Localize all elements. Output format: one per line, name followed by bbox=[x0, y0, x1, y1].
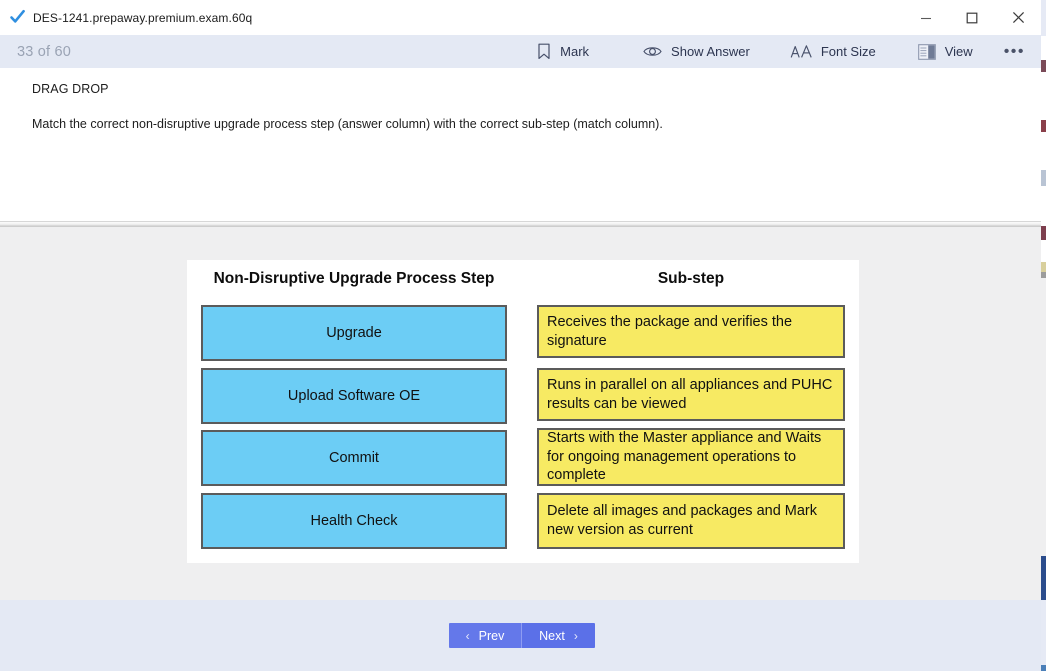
next-label: Next bbox=[539, 628, 565, 643]
answer-item-label: Upload Software OE bbox=[287, 387, 421, 404]
eye-icon bbox=[643, 45, 662, 58]
prev-label: Prev bbox=[478, 628, 505, 643]
exam-toolbar: 33 of 60 Mark Show Answer Font Size View… bbox=[0, 35, 1041, 68]
question-type-tag: DRAG DROP bbox=[32, 82, 109, 96]
match-item-label: Delete all images and packages and Mark … bbox=[547, 503, 818, 538]
title-bar: DES-1241.prepaway.premium.exam.60q bbox=[0, 0, 1041, 35]
answer-column-header: Non-Disruptive Upgrade Process Step bbox=[213, 270, 495, 287]
match-item-label: Starts with the Master appliance and Wai… bbox=[547, 430, 822, 484]
match-item-label: Receives the package and verifies the si… bbox=[547, 313, 793, 349]
answer-item-label: Upgrade bbox=[326, 324, 382, 341]
application-window: DES-1241.prepaway.premium.exam.60q 33 of… bbox=[0, 0, 1046, 671]
exhibit-area: Non-Disruptive Upgrade Process Step Sub-… bbox=[0, 227, 1041, 600]
view-button[interactable]: View bbox=[909, 35, 982, 68]
more-options-icon[interactable]: ••• bbox=[998, 35, 1041, 68]
mark-button[interactable]: Mark bbox=[528, 35, 598, 68]
match-item[interactable]: Delete all images and packages and Mark … bbox=[537, 493, 845, 549]
match-column-header: Sub-step bbox=[657, 270, 725, 287]
background-window-right-edge bbox=[1041, 0, 1046, 671]
answer-item[interactable]: Upload Software OE bbox=[201, 368, 507, 424]
footer-bar: ‹ Prev Next › bbox=[0, 600, 1041, 671]
chevron-left-icon: ‹ bbox=[465, 628, 470, 643]
view-label: View bbox=[944, 44, 973, 59]
font-size-label: Font Size bbox=[820, 44, 876, 59]
view-layout-icon bbox=[917, 43, 936, 60]
answer-item[interactable]: Commit bbox=[201, 430, 507, 486]
mark-label: Mark bbox=[560, 44, 590, 59]
maximize-button[interactable] bbox=[949, 0, 995, 35]
show-answer-label: Show Answer bbox=[671, 44, 750, 59]
check-icon bbox=[9, 9, 26, 26]
match-item-label: Runs in parallel on all appliances and P… bbox=[547, 376, 833, 412]
question-counter: 33 of 60 bbox=[17, 43, 72, 60]
match-item[interactable]: Runs in parallel on all appliances and P… bbox=[537, 368, 845, 421]
answer-item[interactable]: Upgrade bbox=[201, 305, 507, 361]
navigation-buttons: ‹ Prev Next › bbox=[449, 623, 595, 648]
window-controls bbox=[903, 0, 1041, 35]
window-title: DES-1241.prepaway.premium.exam.60q bbox=[33, 10, 253, 25]
answer-item-label: Commit bbox=[329, 449, 379, 466]
font-size-icon bbox=[790, 44, 812, 60]
minimize-button[interactable] bbox=[903, 0, 949, 35]
title-bar-left: DES-1241.prepaway.premium.exam.60q bbox=[0, 9, 903, 26]
question-panel: DRAG DROP Match the correct non-disrupti… bbox=[0, 68, 1041, 222]
answer-item-label: Health Check bbox=[310, 512, 398, 529]
question-prompt: Match the correct non-disruptive upgrade… bbox=[32, 117, 663, 131]
chevron-right-icon: › bbox=[573, 628, 578, 643]
close-button[interactable] bbox=[995, 0, 1041, 35]
font-size-button[interactable]: Font Size bbox=[781, 35, 885, 68]
match-item[interactable]: Receives the package and verifies the si… bbox=[537, 305, 845, 358]
match-item[interactable]: Starts with the Master appliance and Wai… bbox=[537, 428, 845, 486]
bookmark-icon bbox=[537, 43, 551, 60]
exhibit-image: Non-Disruptive Upgrade Process Step Sub-… bbox=[187, 260, 859, 563]
next-button[interactable]: Next › bbox=[522, 623, 595, 648]
answer-item[interactable]: Health Check bbox=[201, 493, 507, 549]
prev-button[interactable]: ‹ Prev bbox=[449, 623, 522, 648]
show-answer-button[interactable]: Show Answer bbox=[634, 35, 759, 68]
